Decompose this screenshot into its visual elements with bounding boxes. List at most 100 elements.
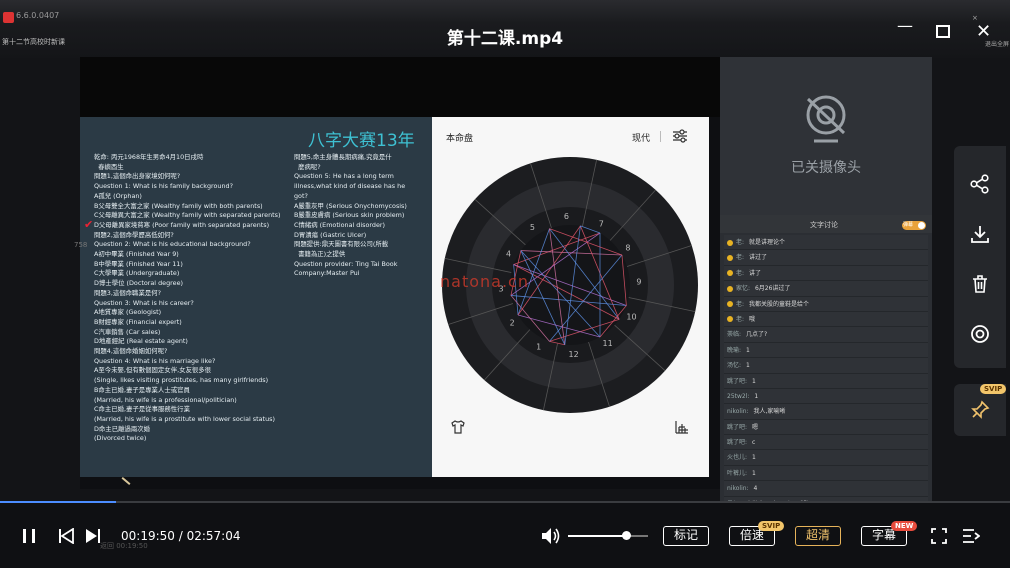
chat-username: 家忆: [736, 285, 752, 293]
delete-icon[interactable] [970, 274, 990, 294]
user-avatar-icon [727, 239, 733, 246]
question-line: 問題3,這個命職業是何? [94, 288, 162, 297]
user-avatar-icon [727, 285, 733, 292]
question-line: 問題1,這個命出身家境如何呢? [94, 172, 181, 181]
chat-text: 哦 [748, 315, 755, 323]
chat-panel: 文字讨论 弹幕 老: 就是讲理论个 老: 讲过了 老: 讲了 家忆: 6月26讲过了老… [720, 215, 932, 528]
camera-icon[interactable] [970, 324, 990, 344]
chat-message: nikolin: 4 [724, 481, 928, 497]
chat-text: 1 [745, 362, 750, 370]
next-icon[interactable] [85, 528, 101, 544]
question-line: (Married, his wife is a professional/pol… [94, 395, 237, 404]
chat-message: 跳了吧: 嗯 [724, 419, 928, 436]
check-mark-icon: ✔ [84, 218, 94, 231]
slide-content: 八字大赛13年 ✔ 758 乾命: 丙元1968年生男命4月10日戌時 春嶼酉生… [74, 117, 432, 477]
question-line: B命主已婚,妻子是專業人士或官員 [94, 385, 190, 394]
chat-username: 跳了吧: [727, 377, 749, 385]
grid-chart-icon[interactable] [674, 419, 690, 435]
chat-message: nikolin: 我人,家喻晰 [724, 404, 928, 420]
app-version: 6.6.0.0407 [16, 11, 60, 20]
user-avatar-icon [727, 316, 733, 323]
chat-message: 荼临: 几点了? [724, 327, 928, 343]
fullscreen-icon[interactable] [931, 528, 947, 544]
house-number: 6 [564, 212, 569, 221]
question-line: B父母雙全大富之家 (Wealthy family with both pare… [94, 201, 263, 210]
download-icon[interactable] [970, 224, 990, 244]
house-number: 1 [536, 342, 541, 351]
quality-button[interactable]: 超清 [795, 526, 841, 546]
chat-username: 荼临: [727, 331, 743, 339]
question-line: Company:Master Pui [294, 269, 360, 278]
question-line: (Divorced twice) [94, 434, 147, 443]
chat-message: 晚瑜: 1 [724, 342, 928, 359]
chat-text: c [751, 439, 756, 447]
pause-icon[interactable] [22, 528, 36, 544]
exit-fullscreen-link[interactable]: 退出全屏 [985, 39, 1009, 48]
camera-panel: 已关摄像头 [720, 57, 932, 215]
pin-icon [971, 400, 990, 419]
question-line: D博士學位 (Doctoral degree) [94, 279, 184, 288]
chat-username: 晚瑜: [727, 346, 743, 354]
playlist-icon[interactable] [962, 528, 980, 544]
chat-message: 25tw2l: 1 [724, 388, 928, 405]
chat-message: 火也儿: 1 [724, 450, 928, 466]
chat-message: 老: 讲过了 [724, 250, 928, 266]
shirt-icon[interactable] [450, 419, 466, 435]
video-title: 第十二课.mp4 [446, 29, 564, 49]
question-line: Question 4: What is his marriage like? [94, 356, 216, 365]
chat-username: nikolin: [727, 485, 751, 493]
chat-text: 讲过了 [748, 254, 767, 262]
chat-username: nikolin: [727, 408, 751, 416]
question-line: Question 5: He has a long term [294, 172, 394, 181]
previous-icon[interactable] [58, 528, 74, 544]
house-number: 7 [599, 220, 604, 229]
chat-username: 25tw2l: [727, 392, 752, 400]
question-line: got? [294, 191, 308, 200]
question-line: (Single, likes visiting prostitutes, has… [94, 376, 269, 385]
maximize-button[interactable] [936, 25, 950, 38]
chat-message-list[interactable]: 老: 就是讲理论个 老: 讲过了 老: 讲了 家忆: 6月26讲过了 老: 我都关股的童… [724, 235, 928, 528]
chat-text: 我都关股的童鞋是给个 [748, 300, 809, 308]
subtitle-new-badge: NEW [891, 521, 918, 531]
question-line: B嚴重皮膚病 (Serious skin problem) [294, 211, 405, 220]
volume-knob[interactable] [621, 531, 631, 540]
question-line: A初中畢業 (Finished Year 9) [94, 250, 179, 259]
question-list: 乾命: 丙元1968年生男命4月10日戌時 春嶼酉生 問題1,這個命出身家境如何呢… [94, 153, 308, 444]
chat-message: 老: 就是讲理论个 [724, 235, 928, 251]
user-avatar-icon [727, 270, 733, 277]
slide-marker: 758 [74, 241, 88, 249]
sliders-icon[interactable] [672, 129, 688, 143]
house-number: 12 [569, 350, 579, 359]
watermark: natona.cn [440, 272, 529, 291]
chat-username: 跳了吧: [727, 439, 749, 447]
question-line: A至今未娶,但有數個固定女伴,女友很多很 [94, 366, 212, 375]
chart-mode-toggle[interactable]: 现代 [632, 131, 650, 144]
chat-message: 叶裤儿: 1 [724, 465, 928, 482]
question-line: Question 2: What is his educational back… [94, 240, 251, 249]
volume-icon[interactable] [541, 527, 561, 545]
slide-title: 八字大赛13年 [308, 131, 415, 151]
bookmark-button[interactable]: 标记 [663, 526, 709, 546]
user-avatar-icon [727, 254, 733, 261]
share-icon[interactable] [970, 174, 990, 194]
chat-text: 4 [753, 485, 758, 493]
chat-text: 我人,家喻晰 [753, 408, 786, 416]
question-line: 問題5,命主身體長期病痛,究竟是什 [294, 153, 392, 161]
question-line: 問題2,這個命學歷高低如何? [94, 230, 174, 239]
camera-status: 已关摄像头 [791, 160, 861, 176]
chat-text: 1 [751, 377, 756, 385]
chat-username: 叶裤儿: [727, 469, 749, 477]
question-line: D胃潰瘍 (Gastric Ulcer) [294, 230, 367, 239]
minimize-button[interactable]: — [897, 16, 913, 35]
chat-message: 老: 讲了 [724, 265, 928, 282]
question-line: D地產經紀 (Real estate agent) [94, 337, 188, 346]
question-line: (Married, his wife is a prostitute with … [94, 414, 275, 423]
question-line: 書籍為正)之提供 [294, 250, 346, 259]
chat-title: 文字讨论 [810, 221, 838, 229]
question-line: Question 3: What is his career? [94, 298, 194, 307]
chat-text: 1 [751, 469, 756, 477]
house-number: 9 [636, 277, 641, 286]
question-line: 問題提供:鼎天圖書有限公司(所載 [294, 240, 389, 249]
question-line: Question provider: Ting Tai Book [294, 259, 398, 268]
question-line: C汽車銷售 (Car sales) [94, 327, 161, 336]
